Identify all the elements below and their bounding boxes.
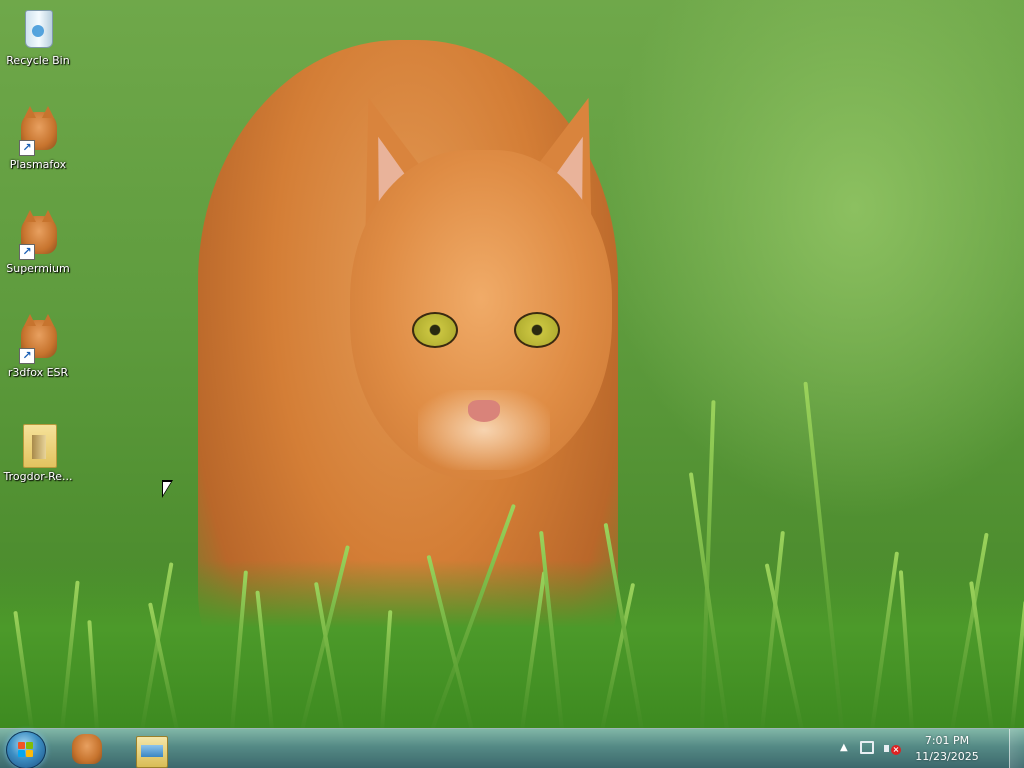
cat-eye-right [514, 312, 560, 348]
desktop-icon-plasmafox[interactable]: ↗ Plasmafox [0, 106, 76, 171]
desktop-icon-supermium[interactable]: ↗ Supermium [0, 210, 76, 275]
start-button[interactable] [6, 731, 46, 768]
desktop-icon-r3dfox-esr[interactable]: ↗ r3dfox ESR [0, 314, 76, 379]
desktop-icon-label: Recycle Bin [6, 54, 70, 67]
clock-time: 7:01 PM [924, 734, 970, 747]
shortcut-arrow-icon: ↗ [19, 348, 35, 364]
clock-date: 11/23/2025 [915, 750, 979, 763]
show-desktop-button[interactable] [1009, 729, 1024, 768]
cat-nose [468, 400, 500, 422]
desktop-icon-label: Trogdor-Re... [3, 470, 73, 483]
cat-eye-left [412, 312, 458, 348]
mouse-pointer-icon [162, 480, 173, 498]
desktop-icon-trogdor[interactable]: Trogdor-Re... [0, 422, 76, 483]
desktop-icon-label: Supermium [6, 262, 70, 275]
system-tray: ▲ × 7:01 PM 11/23/2025 [840, 729, 1010, 768]
network-icon[interactable] [860, 741, 874, 754]
desktop[interactable]: Recycle Bin ↗ Plasmafox ↗ Supermium ↗ r3… [0, 0, 1024, 768]
file-explorer-icon [136, 736, 168, 768]
shortcut-arrow-icon: ↗ [19, 244, 35, 260]
desktop-icon-recycle-bin[interactable]: Recycle Bin [0, 6, 76, 67]
taskbar-app-browser[interactable] [60, 730, 114, 768]
desktop-icon-label: r3dfox ESR [7, 366, 69, 379]
clock[interactable]: 7:01 PM 11/23/2025 [912, 733, 982, 765]
taskbar: ▲ × 7:01 PM 11/23/2025 [0, 728, 1024, 768]
volume-muted-icon[interactable]: × [884, 742, 901, 756]
cat-browser-icon: ↗ [17, 314, 59, 364]
up-arrow-icon[interactable]: ▲ [840, 742, 848, 753]
cat-browser-icon: ↗ [17, 210, 59, 260]
grass-foreground [0, 560, 1024, 730]
cat-browser-icon: ↗ [17, 106, 59, 156]
windows-orb-icon [18, 742, 34, 758]
shortcut-arrow-icon: ↗ [19, 140, 35, 156]
cat-browser-icon [72, 734, 102, 764]
folder-icon [17, 422, 59, 468]
desktop-icon-label: Plasmafox [9, 158, 67, 171]
recycle-bin-icon [17, 6, 59, 50]
taskbar-app-explorer[interactable] [124, 730, 178, 768]
